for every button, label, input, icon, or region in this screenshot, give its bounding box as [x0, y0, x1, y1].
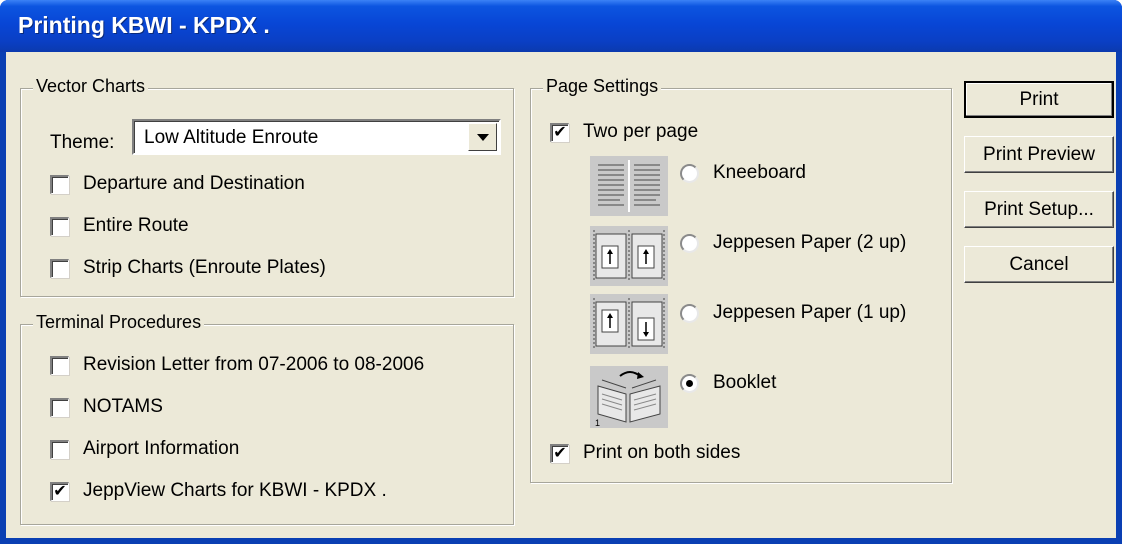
departure-destination-option[interactable]: Departure and Destination — [50, 173, 305, 195]
dropdown-arrow-icon[interactable] — [468, 123, 497, 151]
jeppesen-2up-option[interactable]: Jeppesen Paper (2 up) — [680, 232, 906, 254]
departure-destination-label: Departure and Destination — [83, 173, 305, 194]
jeppesen-1up-layout-icon — [590, 294, 668, 354]
print-both-sides-option[interactable]: ✔ Print on both sides — [550, 442, 740, 464]
revision-letter-option[interactable]: Revision Letter from 07-2006 to 08-2006 — [50, 354, 424, 376]
jeppview-charts-option[interactable]: ✔ JeppView Charts for KBWI - KPDX . — [50, 480, 387, 502]
terminal-procedures-legend: Terminal Procedures — [33, 312, 205, 333]
strip-charts-label: Strip Charts (Enroute Plates) — [83, 257, 326, 278]
two-per-page-checkbox[interactable]: ✔ — [550, 122, 569, 142]
dialog-body: Vector Charts Theme: Low Altitude Enrout… — [6, 52, 1116, 538]
entire-route-label: Entire Route — [83, 215, 189, 236]
svg-text:1: 1 — [595, 418, 600, 428]
vector-charts-legend: Vector Charts — [33, 76, 149, 97]
jeppview-charts-checkbox[interactable]: ✔ — [50, 481, 69, 501]
booklet-option[interactable]: Booklet — [680, 372, 776, 394]
airport-information-label: Airport Information — [83, 438, 240, 459]
theme-label: Theme: — [50, 132, 115, 153]
booklet-layout-icon: 1 — [590, 366, 668, 428]
window-title: Printing KBWI - KPDX . — [18, 12, 270, 38]
print-both-sides-checkbox[interactable]: ✔ — [550, 443, 569, 463]
entire-route-option[interactable]: Entire Route — [50, 215, 189, 237]
strip-charts-checkbox[interactable] — [50, 258, 69, 278]
booklet-radio[interactable] — [680, 373, 699, 393]
revision-letter-checkbox[interactable] — [50, 355, 69, 375]
entire-route-checkbox[interactable] — [50, 216, 69, 236]
two-per-page-option[interactable]: ✔ Two per page — [550, 121, 698, 143]
jeppesen-1up-radio[interactable] — [680, 303, 699, 323]
jeppesen-2up-label: Jeppesen Paper (2 up) — [713, 232, 907, 253]
revision-letter-label: Revision Letter from 07-2006 to 08-2006 — [83, 354, 425, 375]
notams-checkbox[interactable] — [50, 397, 69, 417]
print-preview-button[interactable]: Print Preview — [964, 136, 1114, 173]
page-settings-legend: Page Settings — [543, 76, 662, 97]
jeppview-charts-label: JeppView Charts for KBWI - KPDX . — [83, 480, 387, 501]
print-button[interactable]: Print — [964, 81, 1114, 118]
kneeboard-layout-icon — [590, 156, 668, 216]
notams-label: NOTAMS — [83, 396, 163, 417]
theme-select[interactable]: Low Altitude Enroute — [132, 119, 501, 155]
departure-destination-checkbox[interactable] — [50, 174, 69, 194]
jeppesen-2up-layout-icon — [590, 226, 668, 286]
print-dialog-window: Printing KBWI - KPDX . Vector Charts The… — [0, 0, 1122, 544]
kneeboard-label: Kneeboard — [713, 162, 806, 183]
kneeboard-radio[interactable] — [680, 163, 699, 183]
notams-option[interactable]: NOTAMS — [50, 396, 163, 418]
jeppesen-1up-label: Jeppesen Paper (1 up) — [713, 302, 907, 323]
theme-select-value: Low Altitude Enroute — [144, 127, 319, 148]
booklet-label: Booklet — [713, 372, 777, 393]
jeppesen-1up-option[interactable]: Jeppesen Paper (1 up) — [680, 302, 906, 324]
two-per-page-label: Two per page — [583, 121, 699, 142]
airport-information-option[interactable]: Airport Information — [50, 438, 239, 460]
print-both-sides-label: Print on both sides — [583, 442, 741, 463]
cancel-button[interactable]: Cancel — [964, 246, 1114, 283]
title-bar[interactable]: Printing KBWI - KPDX . — [0, 0, 1122, 52]
print-setup-button[interactable]: Print Setup... — [964, 191, 1114, 228]
jeppesen-2up-radio[interactable] — [680, 233, 699, 253]
kneeboard-option[interactable]: Kneeboard — [680, 162, 806, 184]
strip-charts-option[interactable]: Strip Charts (Enroute Plates) — [50, 257, 326, 279]
airport-information-checkbox[interactable] — [50, 439, 69, 459]
